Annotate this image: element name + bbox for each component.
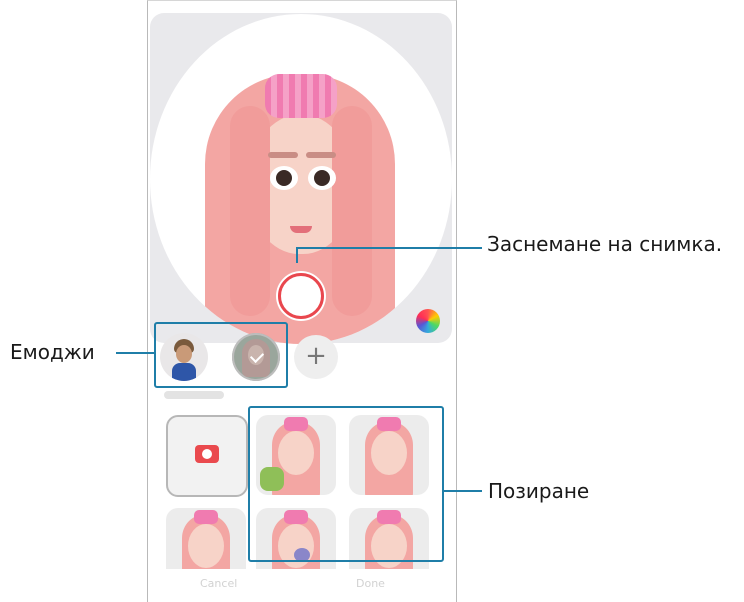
faded-section-label <box>164 391 224 399</box>
pose-callout-label: Позиране <box>488 479 590 503</box>
avatar-curler <box>265 74 337 118</box>
emoji-callout-box <box>154 322 288 388</box>
avatar-eye-right <box>308 166 336 190</box>
avatar-preview <box>150 13 452 344</box>
capture-leader-vertical <box>296 247 298 263</box>
avatar-brow-right <box>306 152 336 158</box>
camera-mode-tile[interactable] <box>166 415 248 497</box>
capture-button[interactable] <box>278 273 324 319</box>
bottom-bar: Cancel Done <box>148 569 456 602</box>
done-button[interactable]: Done <box>356 577 385 590</box>
pose-avatar-face <box>188 524 224 568</box>
avatar-hair-left <box>230 106 270 316</box>
avatar-hair-right <box>332 106 372 316</box>
capture-leader-line <box>296 247 482 249</box>
avatar-brow-left <box>268 152 298 158</box>
emoji-callout-label: Емоджи <box>10 340 95 364</box>
pose-callout-box <box>248 406 444 562</box>
pose-avatar-curler <box>194 510 218 524</box>
avatar-eye-left <box>270 166 298 190</box>
pose-leader-line <box>442 490 482 492</box>
camera-icon <box>195 445 219 463</box>
cancel-button[interactable]: Cancel <box>200 577 237 590</box>
plus-icon[interactable]: + <box>294 335 338 379</box>
capture-callout-label: Заснемане на снимка. <box>487 232 723 256</box>
avatar-mouth <box>290 226 312 233</box>
emoji-leader-line <box>116 352 154 354</box>
